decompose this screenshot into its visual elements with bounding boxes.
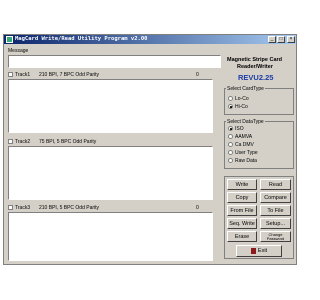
track2-data[interactable] xyxy=(8,146,213,200)
hi-co-label: Hi-Co xyxy=(235,104,248,110)
exit-icon xyxy=(250,247,256,254)
user-type-label: User Type xyxy=(235,150,258,156)
to-file-button[interactable]: To File xyxy=(260,205,291,216)
track3-data[interactable] xyxy=(8,212,213,261)
track3-label: Track3 xyxy=(15,205,31,211)
aamva-label: AAMVA xyxy=(235,134,253,140)
change-password-line2: Password xyxy=(266,236,285,241)
user-type-radio[interactable] xyxy=(228,150,233,155)
window-title: MagCard Write/Read Utility Program v2.00 xyxy=(15,36,148,42)
copy-button[interactable]: Copy xyxy=(227,192,257,203)
message-label: Message xyxy=(8,48,29,54)
minimize-button[interactable]: _ xyxy=(268,36,276,43)
track1-checkbox[interactable] xyxy=(8,72,13,77)
card-type-label: Select CardType xyxy=(226,86,265,92)
lo-co-label: Lo-Co xyxy=(235,96,249,102)
device-title-line1: Magnetic Stripe Card xyxy=(227,57,283,63)
aamva-radio[interactable] xyxy=(228,134,233,139)
ca-dmv-radio[interactable] xyxy=(228,142,233,147)
exit-button[interactable]: Exit xyxy=(236,245,282,257)
compare-button[interactable]: Compare xyxy=(260,192,291,203)
raw-data-radio[interactable] xyxy=(228,158,233,163)
read-button[interactable]: Read xyxy=(260,179,291,190)
revision-label: REVU2.25 xyxy=(238,73,274,82)
track3-checkbox[interactable] xyxy=(8,205,13,210)
track1-data[interactable] xyxy=(8,79,213,133)
track1-format: 210 BPI, 7 BPC Odd Parity xyxy=(39,72,100,78)
track3-format: 210 BPI, 5 BPC Odd Parity xyxy=(39,205,100,211)
change-password-button[interactable]: Change Password xyxy=(260,231,291,242)
setup-button[interactable]: Setup... xyxy=(260,218,291,229)
raw-data-label: Raw Data xyxy=(235,158,257,164)
track3-count: 0 xyxy=(196,205,199,211)
maximize-button[interactable]: □ xyxy=(277,36,285,43)
write-button[interactable]: Write xyxy=(227,179,257,190)
message-field[interactable] xyxy=(8,55,221,68)
data-type-label: Select DataType xyxy=(226,119,265,125)
track1-count: 0 xyxy=(196,72,199,78)
app-window: MagCard Write/Read Utility Program v2.00… xyxy=(3,34,297,265)
device-title-line2: Reader/Writer xyxy=(237,64,273,70)
title-bar[interactable]: MagCard Write/Read Utility Program v2.00… xyxy=(4,35,296,44)
track2-format: 75 BPI, 5 BPC Odd Parity xyxy=(39,139,97,145)
track1-label: Track1 xyxy=(15,72,31,78)
track2-checkbox[interactable] xyxy=(8,139,13,144)
ca-dmv-label: Ca DMV xyxy=(235,142,254,148)
iso-radio[interactable] xyxy=(228,126,233,131)
seq-write-button[interactable]: Seq. Write xyxy=(227,218,257,229)
lo-co-radio[interactable] xyxy=(228,96,233,101)
exit-label: Exit xyxy=(257,248,268,254)
hi-co-radio[interactable] xyxy=(228,104,233,109)
app-icon xyxy=(6,36,13,43)
iso-label: ISO xyxy=(235,126,244,132)
track2-label: Track2 xyxy=(15,139,31,145)
from-file-button[interactable]: From File xyxy=(227,205,257,216)
close-button[interactable]: × xyxy=(287,36,295,43)
erase-button[interactable]: Erase xyxy=(227,231,257,242)
